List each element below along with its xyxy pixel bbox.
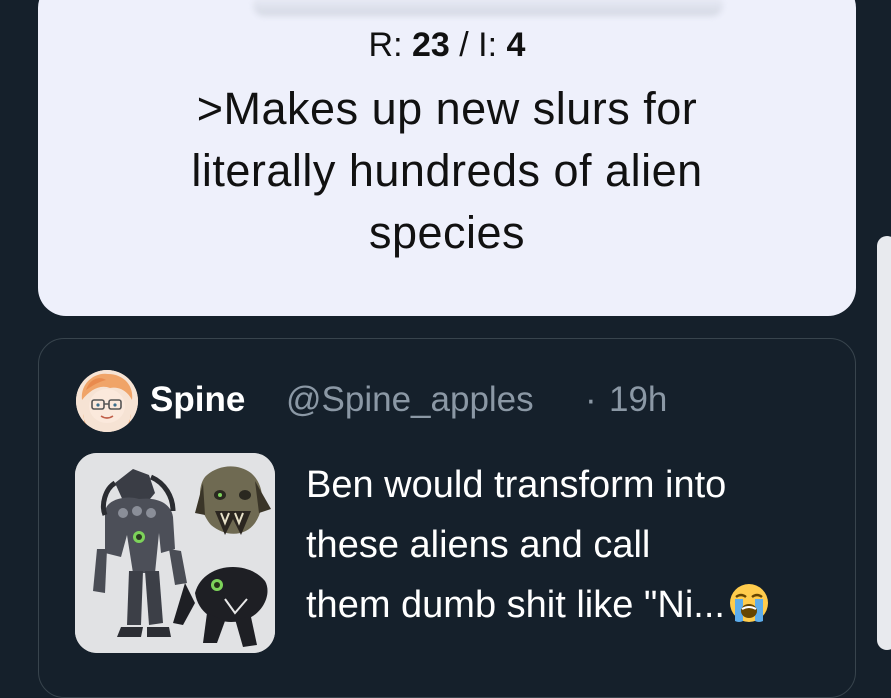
avatar-illustration-icon	[76, 370, 138, 432]
alien-artwork-image	[75, 453, 275, 653]
meta-separator: ·	[585, 380, 597, 419]
tweet-timestamp[interactable]: 19h	[609, 380, 667, 420]
tweet-text-line: Ben would transform into	[306, 464, 727, 506]
image-edge-shadow	[253, 0, 723, 16]
author-avatar[interactable]	[76, 370, 138, 432]
replies-count: 23	[412, 26, 450, 64]
scrollbar-thumb[interactable]	[877, 236, 891, 650]
author-handle[interactable]: @Spine_apples	[286, 380, 534, 420]
author-display-name[interactable]: Spine	[150, 380, 245, 420]
tweet-text-line-last: them dumb shit like "Ni...	[306, 575, 846, 635]
tweet-media-thumbnail[interactable]	[75, 453, 275, 653]
meme-image-card[interactable]: R: 23 / I: 4 >Makes up new slurs for lit…	[38, 0, 856, 316]
loudly-crying-face-icon	[729, 584, 768, 622]
meme-line: literally hundreds of alien	[191, 145, 703, 196]
tweet-text-line: these aliens and call	[306, 524, 651, 566]
images-label: / I:	[449, 26, 507, 64]
reply-image-stats: R: 23 / I: 4	[38, 28, 856, 62]
meme-greentext: >Makes up new slurs for literally hundre…	[38, 78, 856, 264]
meme-line: species	[368, 207, 526, 258]
quoted-tweet-text: Ben would transform into these aliens an…	[306, 455, 846, 635]
tweet-text-line-content: them dumb shit like "Ni...	[306, 584, 725, 626]
images-count: 4	[506, 26, 526, 64]
replies-label: R:	[368, 26, 412, 64]
meme-line: >Makes up new slurs for	[196, 83, 698, 134]
